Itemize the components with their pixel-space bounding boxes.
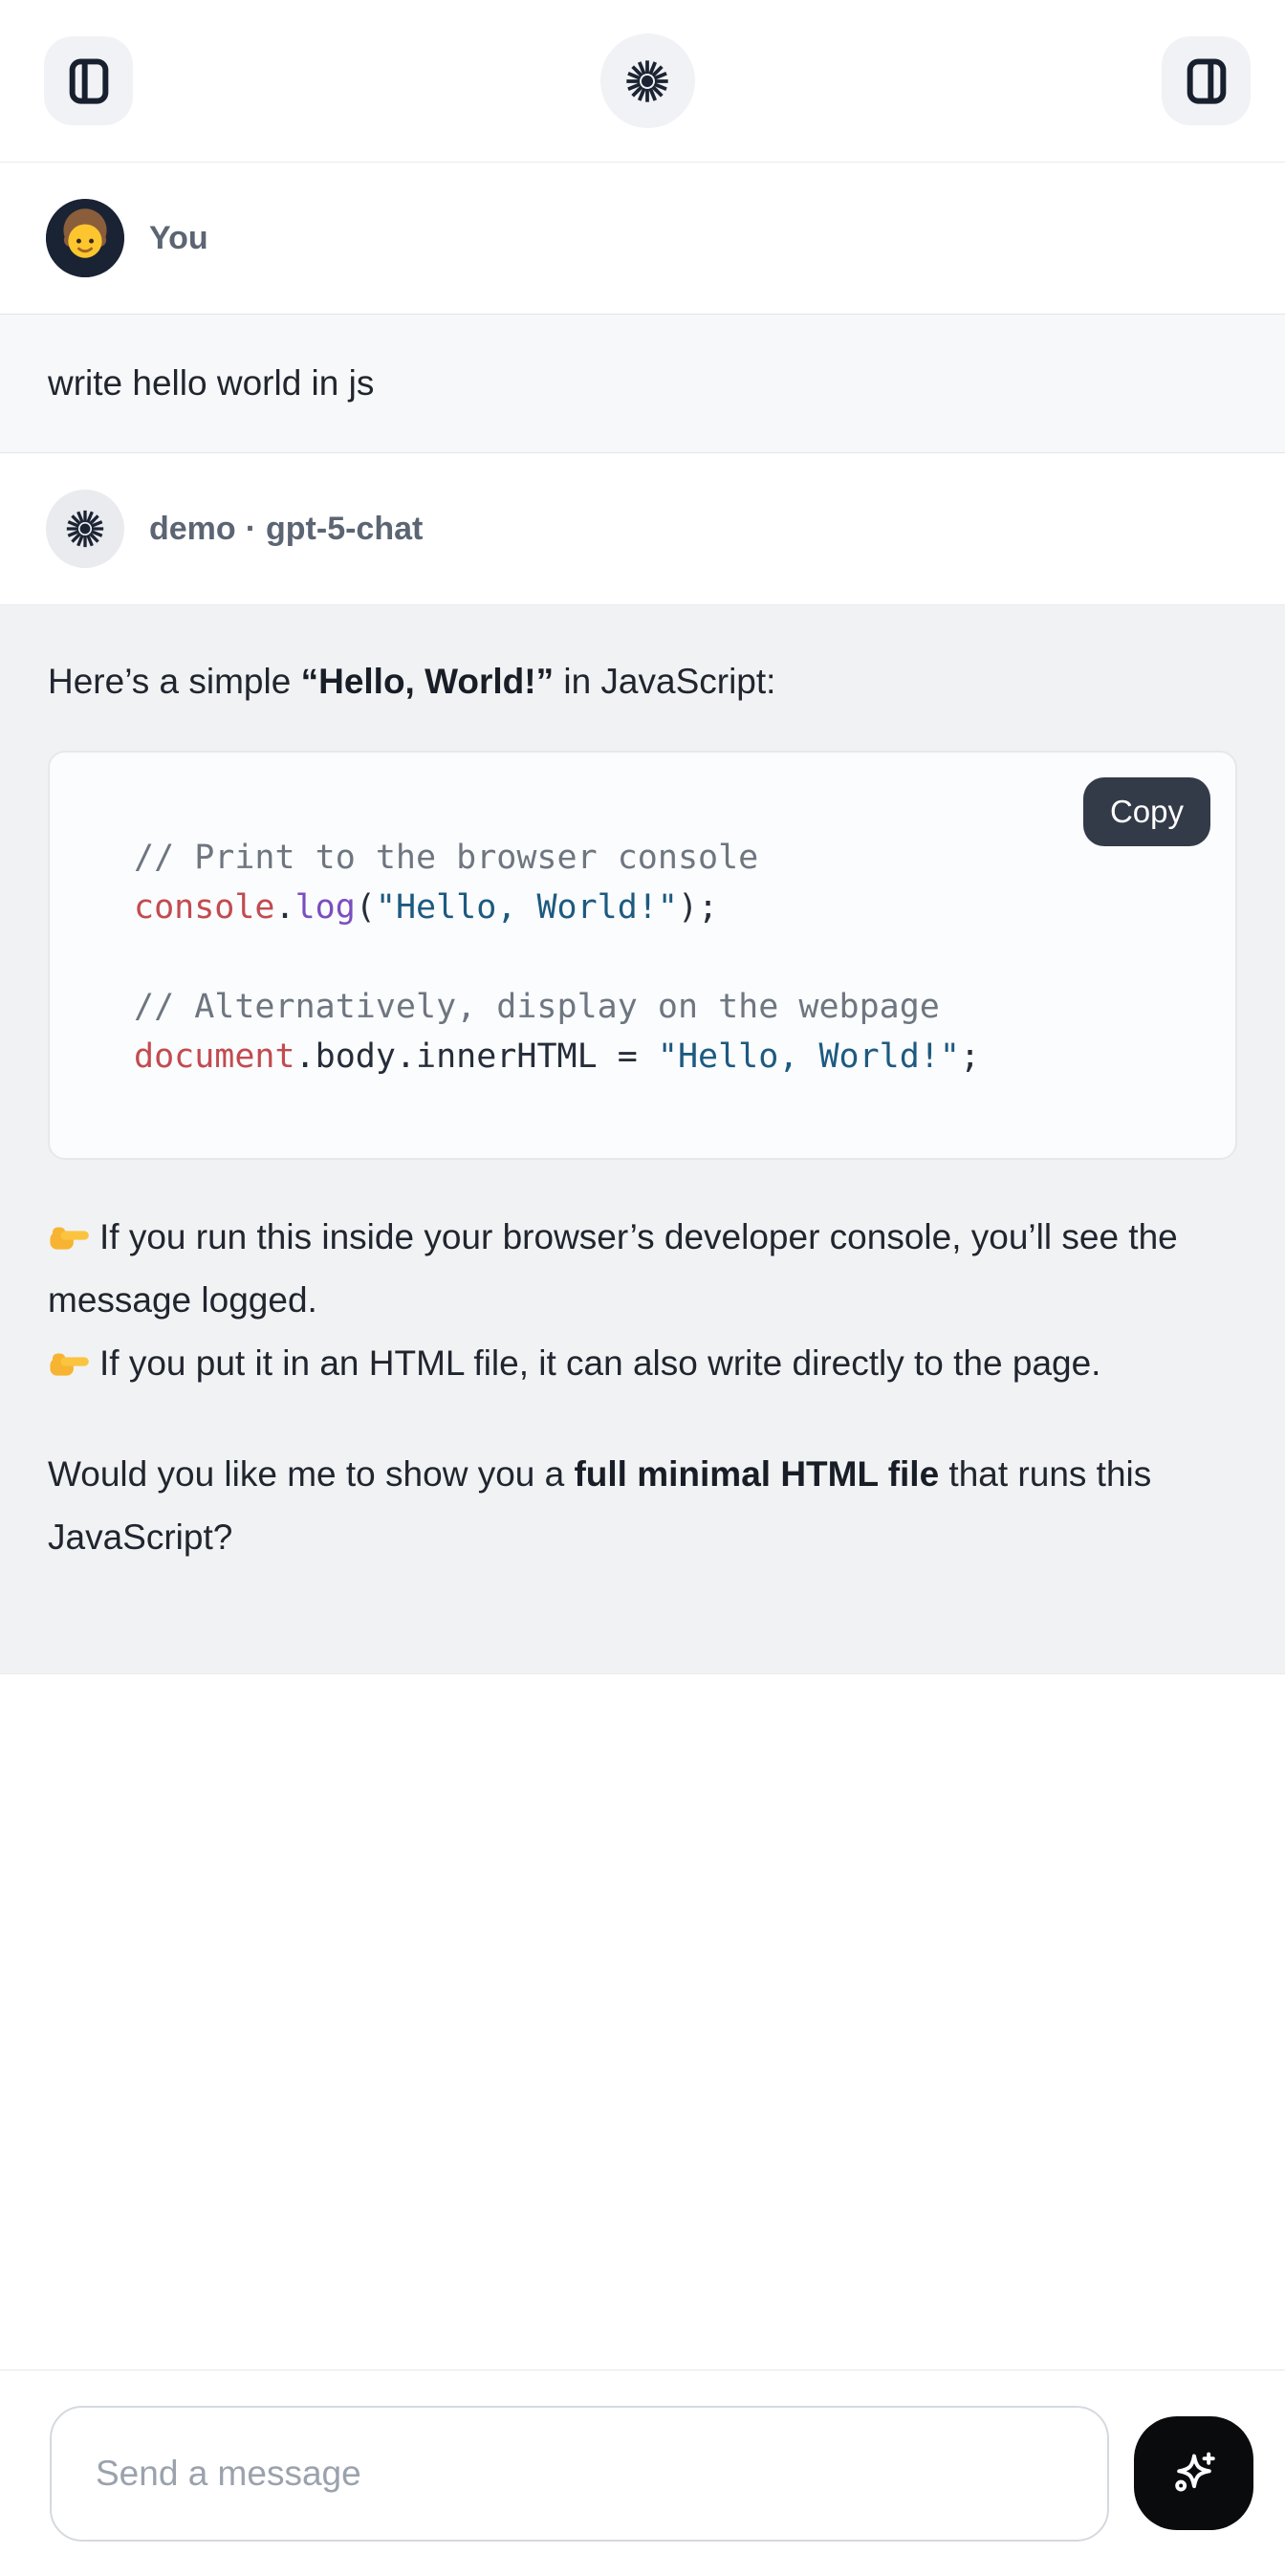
starburst-icon [63, 507, 107, 551]
sparkles-icon [1166, 2446, 1222, 2501]
person-emoji-icon [46, 199, 124, 277]
starburst-icon [622, 56, 672, 106]
assistant-closing-text: Would you like me to show you a full min… [48, 1443, 1237, 1569]
app-logo-button[interactable] [600, 33, 695, 128]
user-message-bubble: write hello world in js [0, 314, 1285, 453]
panel-right-icon [1182, 56, 1231, 106]
chat-empty-area [0, 1674, 1285, 2369]
send-button[interactable] [1134, 2416, 1253, 2530]
user-avatar [46, 199, 124, 277]
assistant-name: demo [149, 511, 236, 548]
copy-button[interactable]: Copy [1083, 777, 1210, 846]
assistant-model: gpt-5-chat [266, 511, 423, 548]
user-sender-name: You [149, 220, 208, 257]
top-bar [0, 0, 1285, 163]
assistant-message-header: demo · gpt-5-chat [0, 453, 1285, 604]
assistant-sender-label: demo · gpt-5-chat [149, 511, 423, 548]
tip-text: If you run this inside your browser’s de… [48, 1217, 1178, 1320]
right-panel-toggle-button[interactable] [1162, 36, 1251, 125]
user-message-text: write hello world in js [48, 363, 374, 404]
composer-bar [0, 2369, 1285, 2576]
assistant-intro-text: Here’s a simple “Hello, World!” in JavaS… [48, 657, 1237, 707]
tip-text: If you put it in an HTML file, it can al… [99, 1343, 1100, 1383]
point-right-emoji-icon [48, 1214, 90, 1256]
assistant-name-separator: · [246, 511, 256, 548]
assistant-message: Here’s a simple “Hello, World!” in JavaS… [0, 604, 1285, 1674]
point-right-emoji-icon [48, 1341, 90, 1383]
user-message-header: You [0, 163, 1285, 314]
user-sender-label: You [149, 220, 208, 257]
code-content: // Print to the browser consoleconsole.l… [50, 753, 1235, 1081]
tip-line: If you run this inside your browser’s de… [48, 1206, 1237, 1332]
panel-left-icon [64, 56, 114, 106]
tip-line: If you put it in an HTML file, it can al… [48, 1332, 1237, 1395]
code-block: Copy // Print to the browser consolecons… [48, 751, 1237, 1160]
assistant-avatar [46, 490, 124, 568]
sidebar-toggle-button[interactable] [44, 36, 133, 125]
message-input[interactable] [50, 2406, 1109, 2542]
assistant-tips: If you run this inside your browser’s de… [48, 1206, 1237, 1395]
